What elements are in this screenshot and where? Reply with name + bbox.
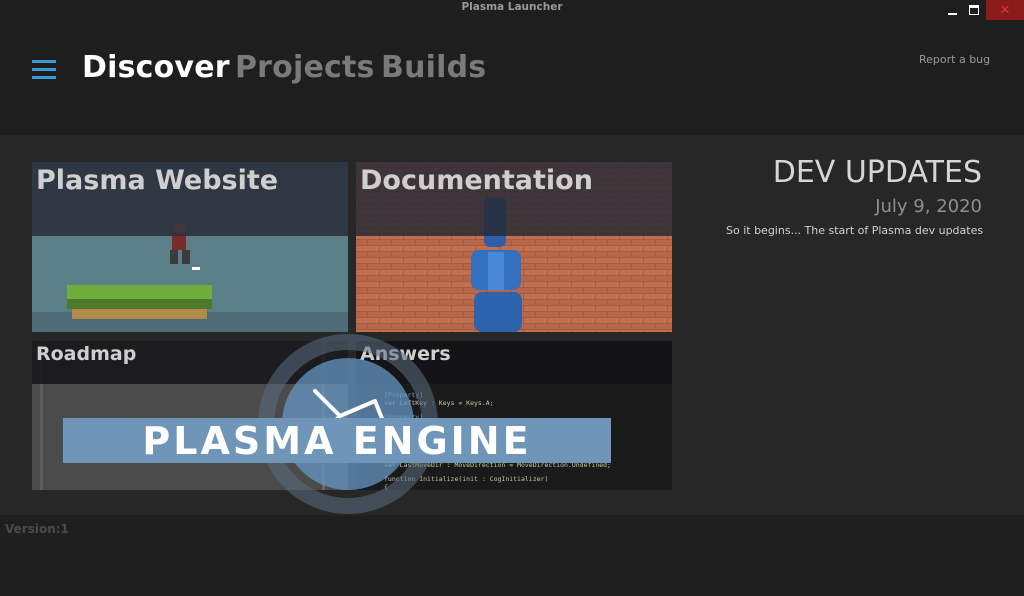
- discover-panel: Plasma Website Documentation Roadmap [Pr…: [0, 135, 1024, 515]
- code-snippet: var LeftKey : Keys = Keys.A;: [384, 399, 494, 407]
- dev-updates-panel: DEV UPDATES July 9, 2020: [773, 155, 982, 217]
- tile-plasma-website[interactable]: Plasma Website: [32, 162, 348, 332]
- menu-icon[interactable]: [32, 60, 56, 80]
- tile-label: Answers: [356, 341, 672, 384]
- tab-builds[interactable]: Builds: [381, 50, 486, 85]
- dev-updates-heading: DEV UPDATES: [772, 155, 982, 190]
- tab-projects[interactable]: Projects: [235, 50, 375, 85]
- code-snippet: function Initialize(init : CogInitialize…: [384, 475, 549, 483]
- tile-answers[interactable]: [Property] var LeftKey : Keys = Keys.A; …: [356, 341, 672, 490]
- code-snippet: [Property]: [384, 391, 424, 399]
- dev-update-entry[interactable]: So it begins... The start of Plasma dev …: [726, 224, 983, 237]
- version-label: Version:1: [5, 522, 69, 536]
- dev-updates-date: July 9, 2020: [875, 196, 982, 217]
- maximize-icon: [969, 5, 979, 15]
- plasma-engine-banner: PLASMA ENGINE: [63, 418, 611, 463]
- tile-roadmap[interactable]: Roadmap: [32, 341, 348, 490]
- code-snippet: {: [384, 483, 388, 490]
- title-bar: Plasma Launcher ✕: [0, 0, 1024, 20]
- close-button[interactable]: ✕: [986, 0, 1024, 20]
- tile-label: Roadmap: [32, 341, 348, 384]
- header: Discover Projects Builds Report a bug: [0, 20, 1024, 135]
- tab-discover[interactable]: Discover: [82, 50, 230, 85]
- close-icon: ✕: [999, 2, 1011, 18]
- tile-label: Documentation: [356, 162, 672, 236]
- window-title: Plasma Launcher: [461, 1, 563, 13]
- report-bug-link[interactable]: Report a bug: [919, 53, 990, 66]
- tile-documentation[interactable]: Documentation: [356, 162, 672, 332]
- tile-label: Plasma Website: [32, 162, 348, 236]
